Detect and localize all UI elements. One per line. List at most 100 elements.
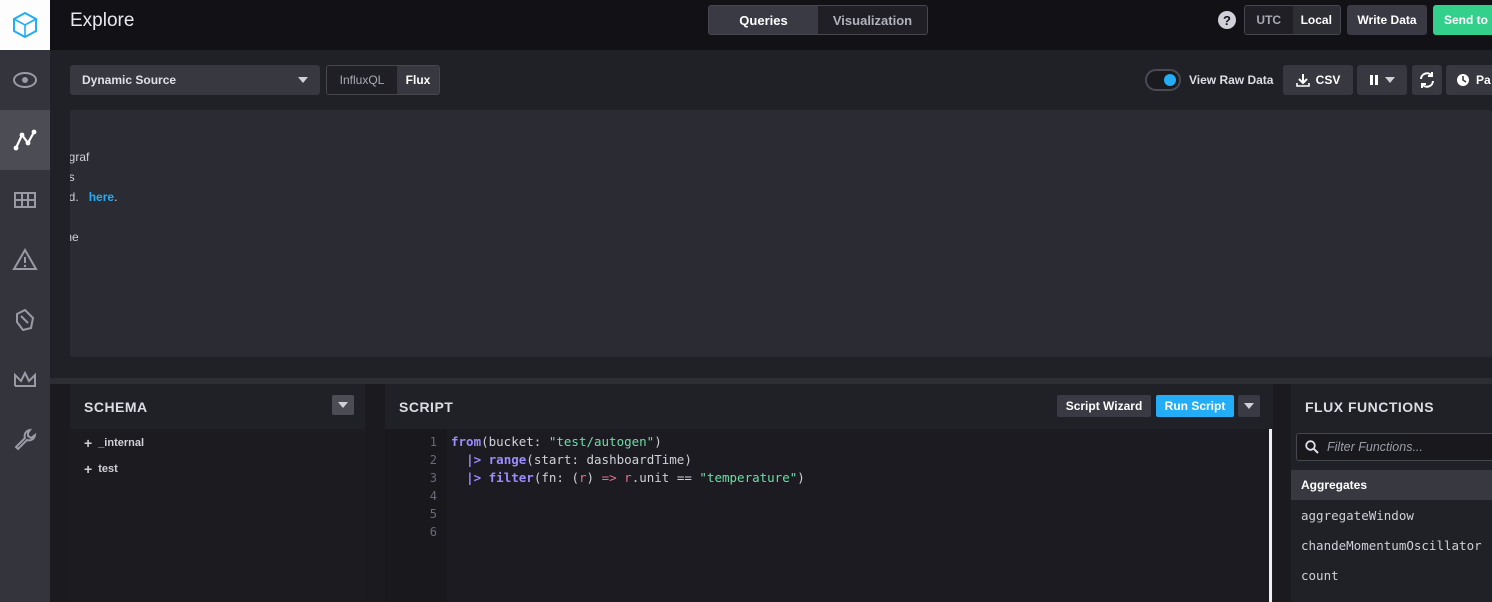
caret-down-icon (1244, 403, 1254, 409)
nav-status-eye-icon[interactable] (0, 50, 50, 110)
run-script-button[interactable]: Run Script (1156, 395, 1234, 417)
search-icon (1305, 440, 1319, 454)
page-header: Explore Queries Visualization ? UTC Loca… (50, 0, 1492, 50)
filter-functions-field[interactable] (1296, 433, 1492, 461)
schema-collapse-button[interactable] (332, 395, 354, 415)
line-number: 6 (429, 525, 437, 539)
schema-item[interactable]: + _internal (84, 435, 144, 451)
nav-alerts-warning-icon[interactable] (0, 230, 50, 290)
code-line: |> filter(fn: (r) => r.unit == "temperat… (451, 470, 805, 485)
code-line: |> range(start: dashboardTime) (451, 452, 692, 467)
code-pipe: |> (466, 452, 482, 467)
flux-functions-title: FLUX FUNCTIONS (1305, 399, 1435, 415)
caret-down-icon (1385, 77, 1395, 83)
influx-logo-icon[interactable] (0, 0, 50, 50)
line-number: 4 (429, 489, 437, 503)
source-dropdown[interactable]: Dynamic Source (70, 65, 320, 95)
code-pipe: |> (466, 470, 482, 485)
here-link[interactable]: here (89, 190, 114, 204)
panel-divider[interactable] (1273, 384, 1291, 602)
viz-message-text: ed. (70, 190, 79, 204)
code-text: ) (586, 470, 602, 485)
time-range-label: Pa (1476, 73, 1491, 87)
refresh-icon (1420, 72, 1434, 88)
code-text: .unit == (631, 470, 700, 485)
code-arrow: => (601, 470, 617, 485)
autorefresh-dropdown[interactable] (1357, 65, 1407, 95)
csv-download-button[interactable]: CSV (1283, 65, 1353, 95)
code-line: from(bucket: "test/autogen") (451, 434, 662, 449)
code-param: r (624, 470, 632, 485)
function-item[interactable]: count (1301, 568, 1339, 583)
panel-divider[interactable] (365, 384, 385, 602)
line-number: 5 (429, 507, 437, 521)
code-text: (start: dashboardTime) (526, 452, 692, 467)
download-icon (1295, 74, 1310, 87)
schema-panel: SCHEMA + _internal + test (70, 384, 365, 602)
page-title: Explore (70, 10, 135, 31)
pause-icon (1370, 75, 1378, 85)
schema-title: SCHEMA (84, 399, 148, 415)
nav-log-viewer-icon[interactable] (0, 290, 50, 350)
code-editor[interactable]: 1 2 3 4 5 6 from(bucket: "test/autogen")… (385, 429, 1269, 602)
caret-down-icon (338, 402, 348, 408)
code-keyword: filter (488, 470, 534, 485)
write-data-button[interactable]: Write Data (1347, 5, 1427, 35)
run-options-dropdown[interactable] (1238, 395, 1260, 417)
toggle-knob (1164, 74, 1176, 86)
script-title: SCRIPT (399, 399, 454, 415)
timezone-toggle: UTC Local (1244, 5, 1341, 35)
timezone-local-button[interactable]: Local (1292, 6, 1340, 34)
viz-message-text: . (114, 190, 118, 204)
editor-scrollbar[interactable] (1269, 429, 1272, 602)
help-icon[interactable]: ? (1218, 11, 1236, 29)
flux-button[interactable]: Flux (397, 66, 439, 94)
line-number: 3 (429, 471, 437, 485)
line-number: 2 (429, 453, 437, 467)
nav-config-wrench-icon[interactable] (0, 410, 50, 470)
schema-item-label: _internal (98, 437, 145, 449)
language-toggle: InfluxQL Flux (326, 65, 440, 95)
expand-plus-icon: + (84, 435, 93, 451)
query-area: Dynamic Source InfluxQL Flux View Raw Da… (50, 50, 1492, 378)
csv-label: CSV (1315, 73, 1341, 87)
time-range-dropdown[interactable]: Pa (1446, 65, 1492, 95)
code-keyword: range (488, 452, 527, 467)
mode-toggle: Queries Visualization (708, 5, 928, 35)
filter-functions-input[interactable] (1327, 440, 1477, 454)
source-dropdown-label: Dynamic Source (82, 73, 177, 87)
raw-data-toggle[interactable] (1145, 69, 1181, 91)
viz-message-line: ed. here. (70, 190, 117, 204)
caret-down-icon (298, 77, 308, 83)
nav-dashboards-icon[interactable] (0, 170, 50, 230)
function-item[interactable]: aggregateWindow (1301, 508, 1414, 523)
nav-admin-crown-icon[interactable] (0, 350, 50, 410)
send-to-dashboard-button[interactable]: Send to (1433, 5, 1492, 35)
function-category[interactable]: Aggregates (1291, 470, 1492, 500)
influxql-button[interactable]: InfluxQL (327, 66, 397, 94)
nav-explore-icon[interactable] (0, 110, 50, 170)
refresh-button[interactable] (1412, 65, 1442, 95)
tab-queries[interactable]: Queries (709, 6, 818, 34)
line-number: 1 (429, 435, 437, 449)
code-keyword: from (451, 434, 482, 449)
code-text: ) (654, 434, 662, 449)
schema-item-label: test (98, 463, 118, 475)
clock-icon (1457, 74, 1469, 86)
function-item[interactable]: chandeMomentumOscillator (1301, 538, 1482, 553)
tab-visualization[interactable]: Visualization (818, 6, 927, 34)
expand-plus-icon: + (84, 461, 93, 477)
viz-message-line: as (70, 170, 75, 184)
raw-data-label: View Raw Data (1189, 73, 1274, 87)
script-wizard-button[interactable]: Script Wizard (1057, 395, 1151, 417)
schema-item[interactable]: + test (84, 461, 118, 477)
timezone-utc-button[interactable]: UTC (1245, 6, 1293, 34)
viz-message-line: ograf (70, 150, 90, 164)
code-text: ) (797, 470, 805, 485)
script-panel: SCRIPT Script Wizard Run Script 1 2 3 4 … (385, 384, 1273, 602)
code-text: (fn: ( (533, 470, 579, 485)
line-number-gutter: 1 2 3 4 5 6 (385, 429, 447, 602)
viz-message-line: the (70, 230, 79, 244)
schema-tree: + _internal + test (70, 429, 365, 602)
flux-functions-panel: FLUX FUNCTIONS Aggregates aggregateWindo… (1291, 384, 1492, 602)
